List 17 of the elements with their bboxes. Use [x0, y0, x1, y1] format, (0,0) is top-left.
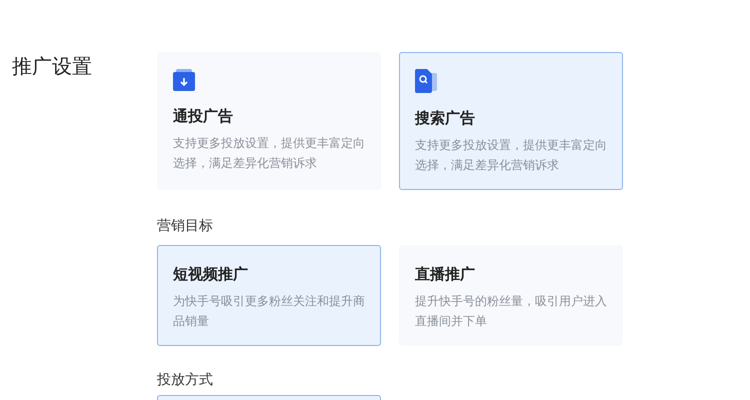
card-title: 搜索广告 — [415, 108, 476, 129]
search-document-icon — [415, 69, 437, 93]
section-label: 营销目标 — [157, 217, 214, 236]
section-label: 投放方式 — [157, 371, 214, 390]
card-title: 通投广告 — [173, 106, 234, 127]
option-card[interactable]: 直播推广 提升快手号的粉丝量，吸引用户进入直播间并下单 — [399, 245, 623, 346]
card-description: 为快手号吸引更多粉丝关注和提升商品销量 — [173, 293, 365, 330]
card-description: 支持更多投放设置，提供更丰富定向选择，满足差异化营销诉求 — [415, 137, 607, 174]
card-title: 直播推广 — [415, 264, 476, 285]
card-title: 短视频推广 — [173, 264, 249, 285]
ad-type-card[interactable]: 搜索广告 支持更多投放设置，提供更丰富定向选择，满足差异化营销诉求 — [399, 52, 623, 190]
folder-download-icon — [173, 69, 195, 91]
ad-type-card[interactable]: 通投广告 支持更多投放设置，提供更丰富定向选择，满足差异化营销诉求 — [157, 52, 381, 190]
card-description: 支持更多投放设置，提供更丰富定向选择，满足差异化营销诉求 — [173, 135, 365, 172]
option-card[interactable]: 短视频推广 为快手号吸引更多粉丝关注和提升商品销量 — [157, 245, 381, 346]
page-title: 推广设置 — [11, 53, 93, 80]
card-description: 提升快手号的粉丝量，吸引用户进入直播间并下单 — [415, 293, 607, 330]
